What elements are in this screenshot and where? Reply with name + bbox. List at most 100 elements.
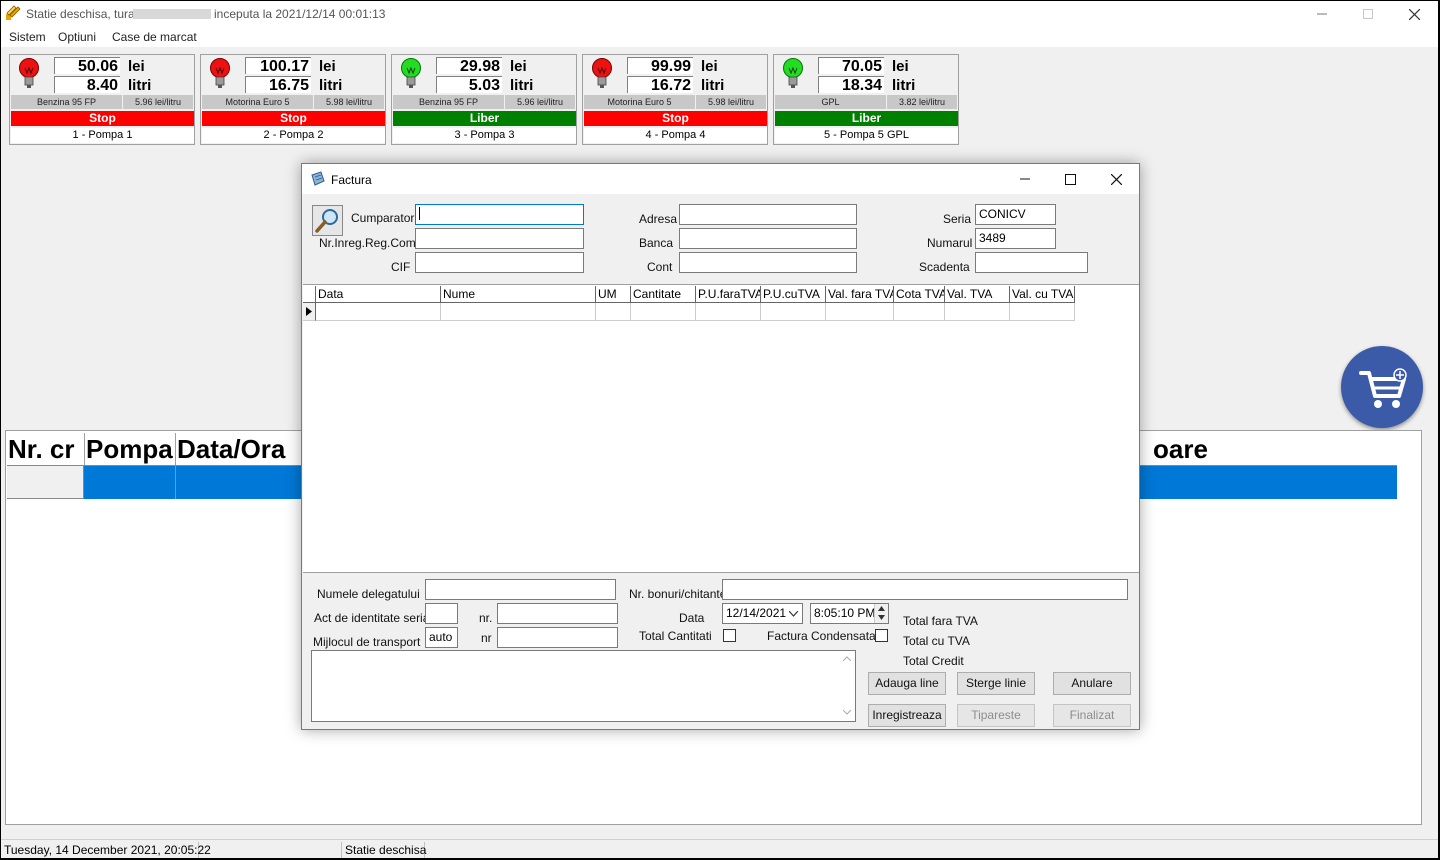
label-cif: CIF: [391, 260, 411, 274]
time-value: 8:05:10 PM: [814, 606, 876, 620]
grid-cell[interactable]: [631, 303, 696, 321]
pump-state: Stop: [202, 111, 385, 126]
anulare-button[interactable]: Anulare: [1053, 672, 1131, 695]
grid-header-cantitate[interactable]: Cantitate: [631, 286, 696, 303]
sterge-linie-button[interactable]: Sterge linie: [957, 672, 1035, 695]
pump-volume: 18.34: [818, 76, 884, 94]
notes-scrollbar[interactable]: [839, 651, 855, 721]
pump-panel-1[interactable]: 50.06 lei 8.40 litri Benzina 95 FP 5.96 …: [9, 54, 195, 145]
grid-cell[interactable]: [1010, 303, 1075, 321]
nr-inreg-input[interactable]: [415, 228, 584, 249]
maximize-button[interactable]: [1345, 1, 1391, 27]
grid-header-val-fara-tva[interactable]: Val. fara TVA: [826, 286, 894, 303]
grid-header-data[interactable]: Data: [316, 286, 441, 303]
act-nr-input[interactable]: [497, 603, 618, 624]
scroll-up-icon[interactable]: [843, 656, 851, 661]
delegat-input[interactable]: [425, 579, 616, 600]
red-bulb-icon: [592, 58, 612, 88]
grid-cell[interactable]: [894, 303, 945, 321]
transport-nr-input[interactable]: [497, 627, 618, 648]
time-picker[interactable]: 8:05:10 PM: [810, 603, 889, 624]
grid-header-val-cu-tva[interactable]: Val. cu TVA: [1010, 286, 1075, 303]
factura-condensata-checkbox[interactable]: [875, 629, 888, 642]
grid-header-cota-tva[interactable]: Cota TVA: [894, 286, 945, 303]
grid-cell[interactable]: [761, 303, 826, 321]
grid-header-pu-cu-tva[interactable]: P.U.cuTVA: [761, 286, 826, 303]
dialog-close-button[interactable]: [1093, 166, 1139, 192]
col-header-data-ora[interactable]: Data/Ora: [177, 433, 302, 466]
numarul-input[interactable]: 3489: [975, 228, 1056, 249]
invoice-lines-grid[interactable]: Data Nume UM Cantitate P.U.faraTVA P.U.c…: [303, 284, 1139, 573]
chevron-down-icon[interactable]: [789, 611, 798, 617]
scadenta-input[interactable]: [975, 252, 1088, 273]
date-picker[interactable]: 12/14/2021: [722, 603, 803, 624]
menu-sistem[interactable]: Sistem: [9, 30, 46, 44]
pump-panel-5[interactable]: 70.05 lei 18.34 litri GPL 3.82 lei/litru…: [773, 54, 959, 145]
row-header-cell: [7, 466, 84, 499]
grid-cell[interactable]: [945, 303, 1010, 321]
pump-state: Stop: [584, 111, 767, 126]
grid-header-um[interactable]: UM: [596, 286, 631, 303]
grid-header-val-tva[interactable]: Val. TVA: [945, 286, 1010, 303]
notes-textarea[interactable]: [311, 650, 856, 722]
grid-cell[interactable]: [596, 303, 631, 321]
grid-cell[interactable]: [696, 303, 761, 321]
bonuri-input[interactable]: [722, 579, 1128, 600]
spin-up-icon[interactable]: [878, 606, 885, 611]
scroll-down-icon[interactable]: [843, 710, 851, 715]
cont-input[interactable]: [679, 252, 857, 273]
pump-panel-2[interactable]: 100.17 lei 16.75 litri Motorina Euro 5 5…: [200, 54, 386, 145]
col-header-nr[interactable]: Nr. cr: [8, 433, 85, 466]
menu-case-de-marcat[interactable]: Case de marcat: [112, 30, 197, 44]
pump-name: 4 - Pompa 4: [584, 128, 767, 143]
grid-header-pu-fara-tva[interactable]: P.U.faraTVA: [696, 286, 761, 303]
adresa-input[interactable]: [679, 204, 857, 225]
fuel-type: Benzina 95 FP: [393, 95, 504, 109]
adauga-line-button[interactable]: Adauga line: [868, 672, 946, 695]
unit-price: 5.96 lei/litru: [123, 95, 193, 109]
pump-state: Liber: [393, 111, 576, 126]
pump-amount: 29.98: [436, 57, 502, 75]
grid-cell[interactable]: [441, 303, 596, 321]
pump-panel-3[interactable]: 29.98 lei 5.03 litri Benzina 95 FP 5.96 …: [391, 54, 577, 145]
close-icon: [1408, 8, 1420, 20]
menu-bar: Sistem Optiuni Case de marcat: [1, 27, 1438, 47]
label-nr-inreg: Nr.Inreg.Reg.Com.: [319, 236, 420, 250]
amount-unit: lei: [128, 58, 145, 75]
fuel-type: Benzina 95 FP: [11, 95, 122, 109]
search-buyer-button[interactable]: [312, 205, 343, 236]
grid-cell[interactable]: [826, 303, 894, 321]
finalizat-button[interactable]: Finalizat: [1053, 704, 1131, 727]
dialog-maximize-button[interactable]: [1047, 166, 1093, 192]
cumparator-input[interactable]: [415, 204, 584, 225]
act-seria-input[interactable]: [425, 603, 458, 624]
col-header-pompa[interactable]: Pompa: [86, 433, 176, 466]
menu-optiuni[interactable]: Optiuni: [58, 30, 96, 44]
add-to-cart-button[interactable]: [1341, 346, 1423, 428]
grid-header-nume[interactable]: Nume: [441, 286, 596, 303]
label-factura-condensata: Factura Condensata: [767, 629, 876, 643]
close-icon: [1110, 173, 1122, 185]
total-cantitati-checkbox[interactable]: [723, 629, 736, 642]
close-button[interactable]: [1391, 1, 1437, 27]
label-adresa: Adresa: [639, 212, 678, 226]
label-total-fara-tva: Total fara TVA: [903, 614, 978, 628]
status-datetime: Tuesday, 14 December 2021, 20:05:22: [1, 842, 211, 858]
inregistreaza-button[interactable]: Inregistreaza: [868, 704, 946, 727]
cif-input[interactable]: [415, 252, 584, 273]
grid-cell[interactable]: [316, 303, 441, 321]
transport-input[interactable]: auto: [425, 627, 458, 648]
banca-input[interactable]: [679, 228, 857, 249]
row-indicator[interactable]: [303, 303, 316, 321]
window-title-suffix: inceputa la 2021/12/14 00:01:13: [214, 7, 386, 21]
tipareste-button[interactable]: Tipareste: [957, 704, 1035, 727]
minimize-button[interactable]: [1299, 1, 1345, 27]
dialog-minimize-button[interactable]: [1002, 166, 1048, 192]
col-header-partial[interactable]: oare: [1146, 433, 1396, 466]
spin-down-icon[interactable]: [878, 615, 885, 620]
pump-panel-4[interactable]: 99.99 lei 16.72 litri Motorina Euro 5 5.…: [582, 54, 768, 145]
seria-input[interactable]: CONICV: [975, 204, 1056, 225]
time-spinner[interactable]: [874, 604, 888, 623]
fuel-type: Motorina Euro 5: [202, 95, 313, 109]
label-scadenta: Scadenta: [919, 260, 970, 274]
